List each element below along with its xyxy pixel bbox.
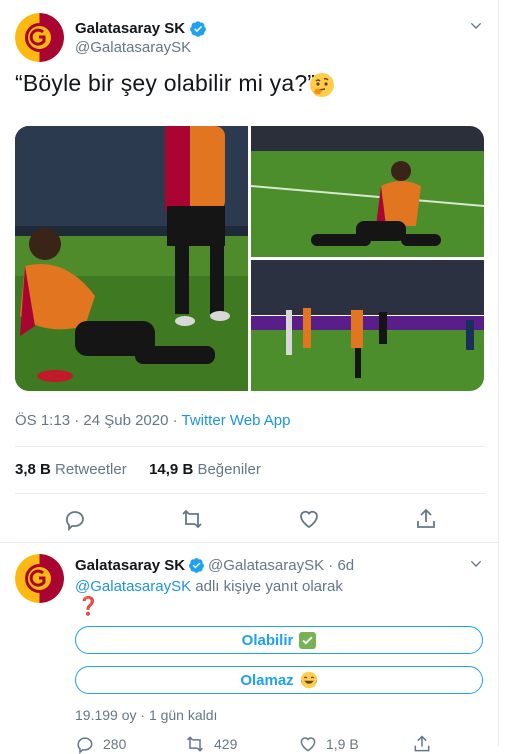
retweets-count: 3,8 B [15,461,51,478]
reply-count: 280 [103,736,127,752]
like-count: 1,9 B [326,736,359,752]
poll-option-label: Olabilir [241,631,294,649]
divider [15,446,485,447]
tweet-media-grid[interactable] [15,126,484,391]
retweet-icon[interactable] [185,734,205,754]
reply-to-handle[interactable]: @GalatasaraySK [75,578,191,595]
reply-author-name[interactable]: Galatasaray SK [75,557,185,574]
heart-icon[interactable] [298,734,318,754]
reply-action-bar: 280 429 1,9 B [0,734,498,754]
reply-icon[interactable] [75,734,95,754]
reply-handle[interactable]: @GalatasaraySK [208,557,324,574]
tweet-stats: 3,8 B Retweetler 14,9 B Beğeniler [15,461,261,478]
tweet-text: “Böyle bir şey olabilir mi ya?” [15,70,316,96]
meta-separator: · [168,412,182,429]
thinking-face-emoji [310,73,334,97]
verified-badge-icon [190,21,206,37]
photo-1[interactable] [15,126,248,391]
replying-to: @GalatasaraySK adlı kişiye yanıt olarak [75,578,343,595]
reply-icon[interactable] [63,507,87,531]
retweets-label: Retweetler [55,461,127,478]
likes-label: Beğeniler [197,461,261,478]
share-icon[interactable] [412,734,432,754]
photo-3[interactable] [251,260,484,391]
reply-separator [0,542,498,543]
poll-option-olabilir[interactable]: Olabilir [75,626,483,654]
reply-author-handle: @GalatasaraySK · 6d [208,557,354,574]
laughing-tears-emoji [300,671,317,689]
divider [15,493,485,494]
chevron-down-icon[interactable] [468,18,484,34]
tweet-meta: ÖS 1:13 · 24 Şub 2020 · Twitter Web App [15,412,290,429]
likes-stat[interactable]: 14,9 B Beğeniler [149,461,261,478]
tweet-detail-frame: Galatasaray SK @GalatasaraySK “Böyle bir… [0,0,499,754]
poll-option-label: Olamaz [240,671,294,689]
poll-meta: 19.199 oy · 1 gün kaldı [75,707,218,723]
share-icon[interactable] [414,507,438,531]
retweet-icon[interactable] [180,507,204,531]
question-mark-emoji: ❓ [77,596,100,616]
photo-2[interactable] [251,126,484,257]
chevron-down-icon[interactable] [468,556,484,572]
author-handle[interactable]: @GalatasaraySK [75,39,191,56]
tweet-source-link[interactable]: Twitter Web App [182,412,291,429]
reply-author-avatar[interactable] [15,554,64,603]
reply-age[interactable]: · 6d [328,557,354,574]
author-avatar[interactable] [15,13,64,62]
heart-icon[interactable] [297,507,321,531]
poll-option-olamaz[interactable]: Olamaz [75,666,483,694]
reply-to-suffix: adlı kişiye yanıt olarak [191,578,343,595]
retweet-count: 429 [214,736,238,752]
author-name[interactable]: Galatasaray SK [75,20,185,37]
tweet-timestamp[interactable]: ÖS 1:13 · 24 Şub 2020 [15,412,168,429]
verified-badge-icon [189,558,204,573]
check-mark-emoji [299,631,317,649]
likes-count: 14,9 B [149,461,194,478]
retweets-stat[interactable]: 3,8 B Retweetler [15,461,127,478]
